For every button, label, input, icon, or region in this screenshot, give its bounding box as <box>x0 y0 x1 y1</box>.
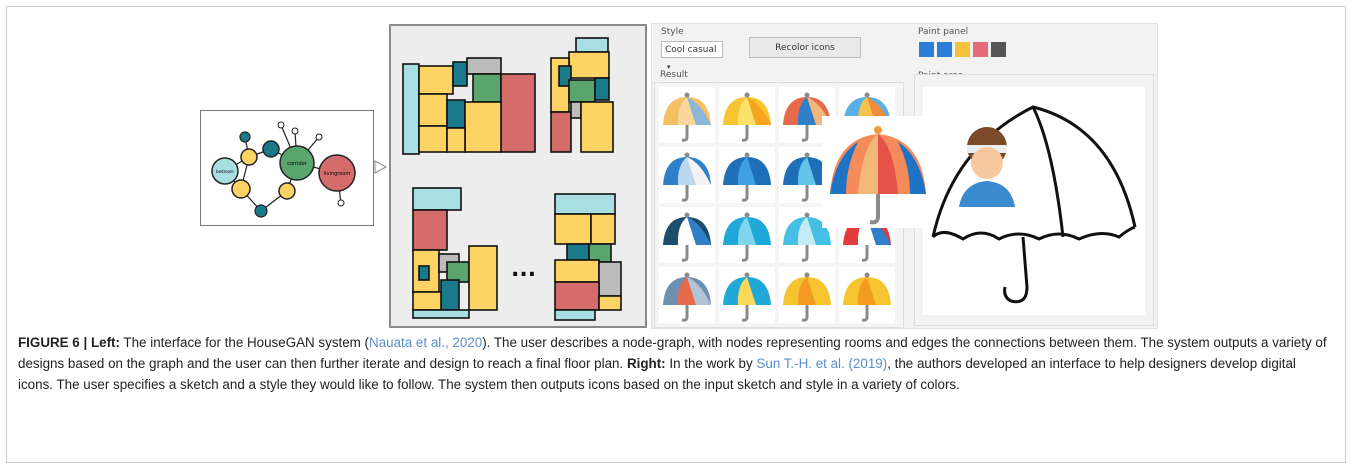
umbrella-icon[interactable] <box>659 87 715 143</box>
caption-figure-label: FIGURE 6 | Left: <box>18 335 120 350</box>
icon-design-interface: Style Cool casual ▾ Recolor icons Result… <box>651 23 1158 329</box>
style-label: Style <box>661 27 684 37</box>
eraser-icon[interactable] <box>973 42 988 57</box>
sketch-drawing <box>931 105 1137 304</box>
umbrella-icon[interactable] <box>719 207 775 263</box>
caption-right-label: Right: <box>626 356 666 371</box>
ellipsis: ... <box>511 257 536 282</box>
figure-caption: FIGURE 6 | Left: The interface for the H… <box>18 335 1327 392</box>
svg-text:corridor: corridor <box>287 161 307 167</box>
trash-icon[interactable] <box>991 42 1006 57</box>
umbrella-icon[interactable] <box>659 147 715 203</box>
node-graph-panel: corridor livingroom bedroom <box>200 110 374 226</box>
style-dropdown[interactable]: Cool casual ▾ <box>661 41 723 71</box>
umbrella-icon[interactable] <box>779 267 835 323</box>
umbrella-icon[interactable] <box>719 267 775 323</box>
svg-text:bedroom: bedroom <box>216 169 234 174</box>
redo-icon[interactable] <box>937 42 952 57</box>
paint-panel-label: Paint panel <box>918 27 969 37</box>
umbrella-icon[interactable] <box>719 87 775 143</box>
arrow-right-icon <box>374 160 388 174</box>
citation-link[interactable]: Nauata et al., 2020 <box>369 335 482 350</box>
recolor-icons-button[interactable]: Recolor icons <box>749 37 861 58</box>
paint-canvas[interactable] <box>923 87 1145 315</box>
style-dropdown-value: Cool casual <box>665 45 717 55</box>
umbrella-icon[interactable] <box>719 147 775 203</box>
undo-icon[interactable] <box>919 42 934 57</box>
node-graph: corridor livingroom bedroom <box>211 121 356 218</box>
pencil-icon[interactable] <box>955 42 970 57</box>
floor-plans: ... <box>402 37 622 321</box>
umbrella-icon[interactable] <box>659 267 715 323</box>
umbrella-icon[interactable] <box>659 207 715 263</box>
paint-area <box>914 74 1154 326</box>
floor-plans-panel: ... <box>389 24 647 328</box>
enlarged-umbrella-icon <box>822 116 932 228</box>
umbrella-icon[interactable] <box>839 267 895 323</box>
result-label: Result <box>660 70 688 80</box>
svg-text:livingroom: livingroom <box>324 171 351 177</box>
citation-link[interactable]: Sun T.-H. et al. (2019) <box>756 356 887 371</box>
